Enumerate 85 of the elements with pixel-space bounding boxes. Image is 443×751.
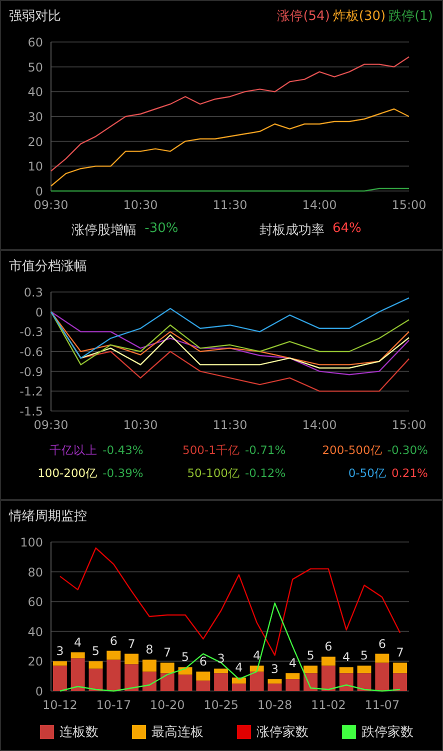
data-label: 6 bbox=[324, 640, 332, 654]
data-label: 8 bbox=[146, 642, 154, 657]
axis-label: 11-07 bbox=[364, 698, 400, 712]
legend-label: 炸板(30) bbox=[332, 8, 386, 24]
axis-label: 0 bbox=[35, 184, 43, 198]
legend-value: -0.30% bbox=[387, 443, 428, 458]
data-label: 7 bbox=[128, 636, 136, 651]
axis-label: 20 bbox=[28, 654, 43, 669]
data-label: 4 bbox=[253, 648, 261, 663]
axis-label: 15:00 bbox=[392, 198, 426, 212]
legend-value: -0.12% bbox=[244, 466, 286, 481]
legend-label: 最高连板 bbox=[152, 724, 204, 741]
axis-label: 30 bbox=[28, 110, 43, 124]
axis-label: 14:00 bbox=[302, 198, 337, 212]
axis-label: 0.3 bbox=[24, 286, 43, 300]
axis-label: 0 bbox=[35, 305, 43, 320]
panel-title: 强弱对比 bbox=[9, 8, 61, 24]
axis-label: 40 bbox=[28, 624, 43, 639]
axis-label: 11-02 bbox=[311, 698, 346, 712]
axis-label: 50 bbox=[28, 60, 43, 74]
panel-title: 市值分档涨幅 bbox=[9, 258, 87, 274]
axis-label: 10-17 bbox=[96, 698, 132, 712]
legend-label: 跌停(1) bbox=[388, 8, 433, 24]
legend-label: 500-1千亿 bbox=[182, 443, 240, 458]
stat-value: 64% bbox=[332, 221, 362, 238]
data-label: 4 bbox=[74, 635, 82, 650]
axis-label: -1.5 bbox=[20, 404, 43, 418]
axis-label: 20 bbox=[28, 134, 43, 149]
stat-label: 涨停股增幅 bbox=[72, 222, 137, 239]
legend-label: 千亿以上 bbox=[50, 443, 98, 458]
data-label: 3 bbox=[217, 652, 225, 666]
axis-label: 11:30 bbox=[212, 418, 248, 432]
axis-label: 0 bbox=[35, 684, 43, 698]
data-label: 7 bbox=[164, 646, 172, 660]
data-label: 4 bbox=[342, 650, 350, 664]
data-label: 5 bbox=[306, 648, 314, 663]
axis-label: 09:30 bbox=[34, 198, 68, 212]
axis-label: 10-28 bbox=[257, 698, 292, 712]
axis-label: -0.9 bbox=[20, 364, 43, 379]
axis-label: 14:00 bbox=[302, 418, 337, 432]
data-label: 3 bbox=[56, 644, 64, 658]
data-label: 4 bbox=[288, 656, 296, 670]
data-label: 4 bbox=[235, 660, 243, 675]
legend-label: 50-100亿 bbox=[187, 466, 240, 481]
legend-value: 0.21% bbox=[391, 466, 428, 481]
axis-label: 100 bbox=[20, 536, 43, 550]
axis-label: 10 bbox=[28, 160, 43, 174]
data-label: 6 bbox=[199, 654, 207, 669]
axis-label: 10-25 bbox=[204, 698, 238, 712]
stat-value: -30% bbox=[144, 221, 178, 238]
axis-label: 60 bbox=[28, 595, 43, 610]
data-label: 5 bbox=[92, 644, 100, 658]
legend-label: 连板数 bbox=[60, 724, 98, 741]
bar bbox=[196, 672, 210, 681]
axis-label: 10-20 bbox=[150, 698, 185, 712]
data-label: 6 bbox=[378, 636, 386, 651]
legend-label: 0-50亿 bbox=[348, 466, 386, 481]
stat-label: 封板成功率 bbox=[259, 222, 324, 239]
legend-label: 涨停(54) bbox=[277, 8, 330, 24]
legend-value: -0.71% bbox=[244, 443, 286, 458]
legend-label: 跌停家数 bbox=[362, 724, 414, 741]
axis-label: 60 bbox=[28, 36, 43, 50]
axis-label: -0.6 bbox=[20, 345, 43, 359]
legend-label: 200-500亿 bbox=[322, 443, 382, 458]
legend-value: -0.39% bbox=[102, 466, 144, 481]
data-label: 5 bbox=[360, 648, 368, 663]
bar bbox=[196, 680, 210, 691]
axis-label: 80 bbox=[28, 565, 43, 580]
data-label: 3 bbox=[270, 662, 279, 676]
axis-label: -1.2 bbox=[20, 384, 43, 399]
axis-label: 10-12 bbox=[42, 698, 78, 712]
axis-label: 10:30 bbox=[123, 418, 158, 432]
legend-label: 涨停家数 bbox=[256, 724, 308, 741]
axis-label: 09:30 bbox=[34, 418, 68, 432]
axis-label: 15:00 bbox=[392, 418, 426, 432]
data-label: 7 bbox=[396, 646, 404, 660]
panel-title: 情绪周期监控 bbox=[9, 508, 87, 524]
legend-value: -0.43% bbox=[102, 443, 144, 458]
axis-label: 40 bbox=[28, 85, 43, 100]
data-label: 6 bbox=[110, 634, 118, 648]
axis-label: 10:30 bbox=[123, 198, 158, 212]
axis-label: -0.3 bbox=[20, 325, 43, 340]
legend-label: 100-200亿 bbox=[38, 466, 98, 481]
axis-label: 11:30 bbox=[212, 198, 248, 212]
data-label: 5 bbox=[181, 650, 190, 664]
